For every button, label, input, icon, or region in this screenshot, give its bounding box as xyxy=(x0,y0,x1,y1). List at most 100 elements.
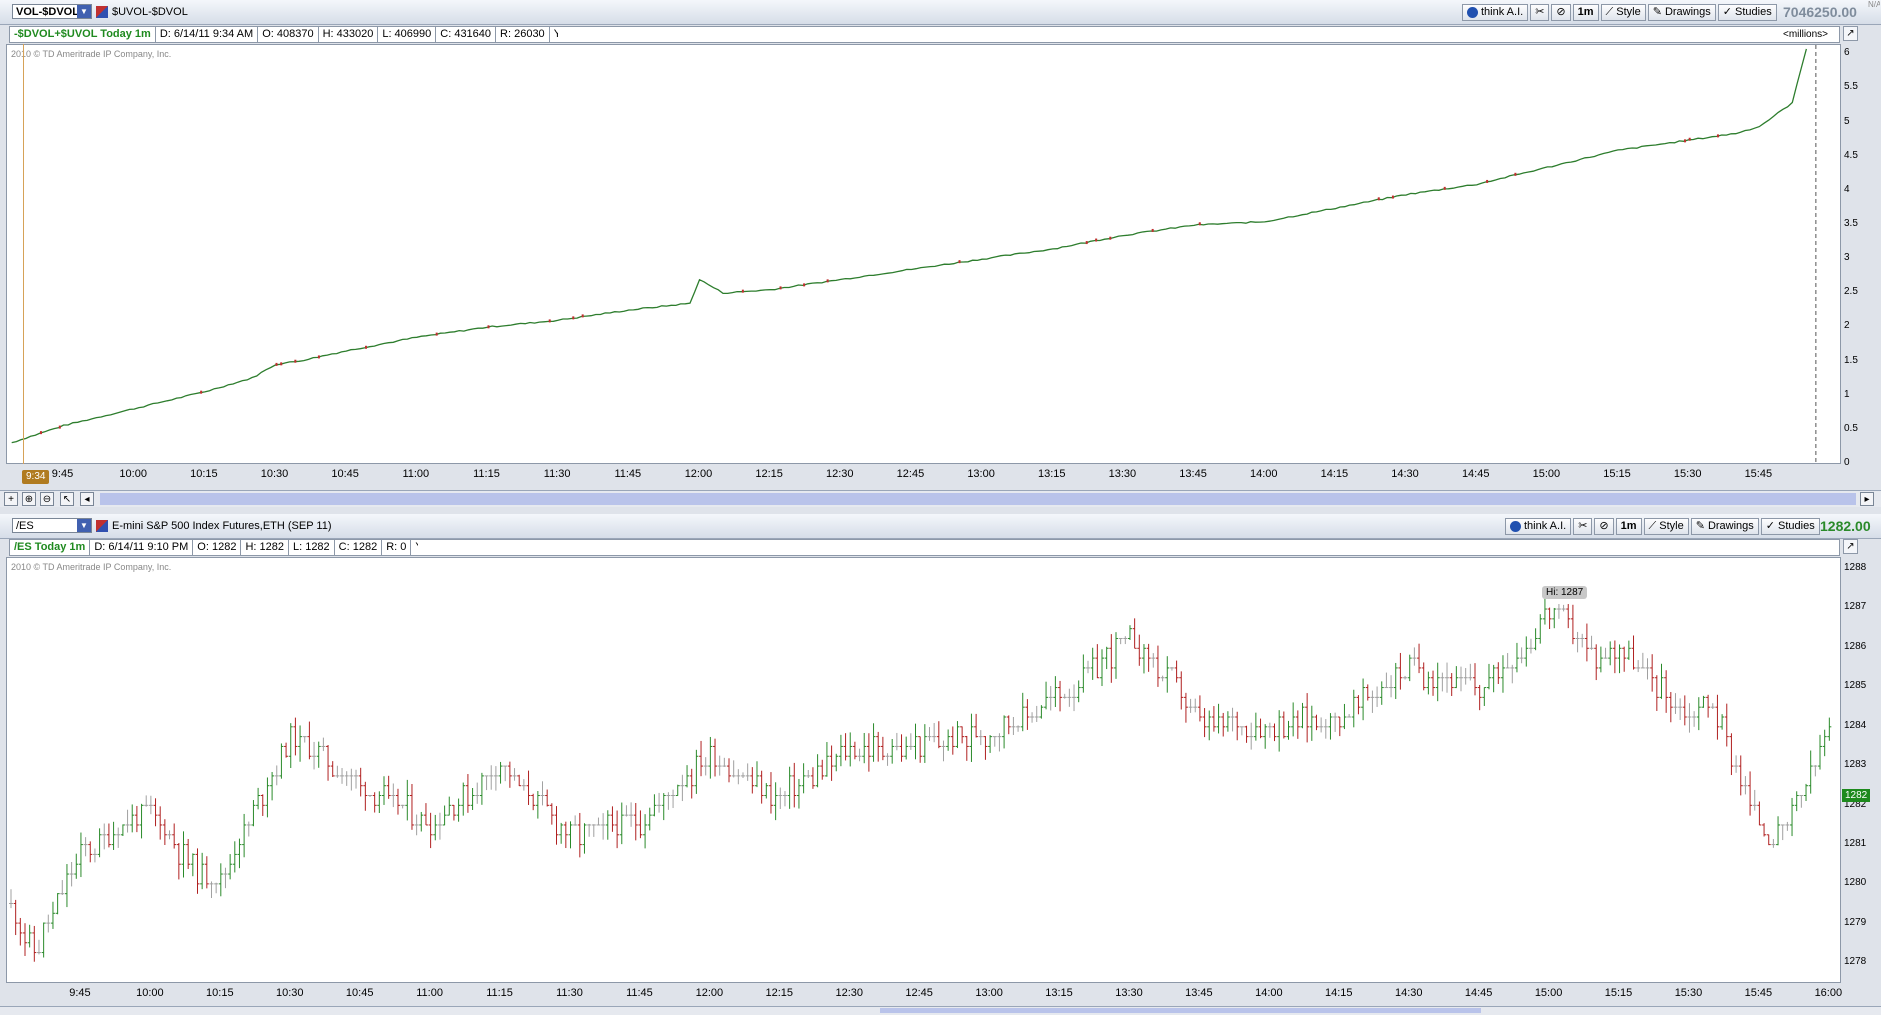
ohlc-bar xyxy=(1468,663,1473,681)
top-scroll-thumb[interactable] xyxy=(100,493,1856,505)
top-last-price: 7046250.00 xyxy=(1783,4,1857,20)
top-symbol-link-icon[interactable] xyxy=(96,6,108,18)
ohlc-bar xyxy=(32,925,37,962)
wrench-icon: ✂ xyxy=(1578,519,1588,532)
top-style-button[interactable]: ⟋ Style xyxy=(1600,3,1646,21)
ohlc-bar xyxy=(1277,710,1282,752)
think-ai-icon xyxy=(1510,520,1521,532)
bottom-pin-button[interactable]: ⊘ xyxy=(1594,517,1614,535)
top-bar-tick xyxy=(741,289,744,293)
x-tick-label: 14:15 xyxy=(1320,468,1349,480)
ohlc-bar xyxy=(242,813,247,858)
ohlc-bar xyxy=(1459,666,1464,692)
x-tick-label: 10:30 xyxy=(275,987,304,999)
top-pointer-tool-icon[interactable]: ↖ xyxy=(60,492,74,506)
bottom-symbol-dropdown-icon[interactable]: ▼ xyxy=(77,519,91,532)
top-pin-button[interactable]: ⊘ xyxy=(1551,3,1571,21)
bottom-symbol-link-icon[interactable] xyxy=(96,520,108,532)
bottom-drawings-button[interactable]: ✎ Drawings xyxy=(1690,517,1759,535)
top-scroll-left-icon[interactable]: ◂ xyxy=(80,492,94,506)
ohlc-bar xyxy=(764,783,769,799)
ohlc-bar xyxy=(279,743,284,779)
ohlc-bar xyxy=(876,731,881,762)
ohlc-bar xyxy=(1715,694,1720,740)
top-drawings-button[interactable]: ✎ Drawings xyxy=(1647,3,1716,21)
bottom-wrench-button[interactable]: ✂ xyxy=(1573,517,1593,535)
top-zoom-out-icon[interactable]: ⊖ xyxy=(40,492,54,506)
style-icon: ⟋ xyxy=(1648,519,1657,532)
top-crosshair-tool-icon[interactable]: + xyxy=(4,492,18,506)
top-study-name[interactable]: -$DVOL+$UVOL Today 1m xyxy=(10,27,156,42)
ohlc-bar xyxy=(1510,664,1515,684)
x-tick-label: 11:45 xyxy=(614,468,642,480)
ohlc-bar xyxy=(768,772,773,814)
top-zoom-in-icon[interactable]: ⊕ xyxy=(22,492,36,506)
ohlc-bar xyxy=(806,770,811,779)
ohlc-bar xyxy=(1174,660,1179,683)
top-bar-tick xyxy=(1688,137,1691,141)
x-tick-label: 10:00 xyxy=(119,468,147,480)
x-tick-label: 15:45 xyxy=(1744,987,1773,999)
ohlc-bar xyxy=(1533,628,1538,651)
ohlc-bar xyxy=(209,881,214,899)
bottom-study-name[interactable]: /ES Today 1m xyxy=(10,540,91,555)
top-think-ai-button[interactable]: think A.I. xyxy=(1462,3,1529,21)
bottom-symbol-input[interactable]: /ES ▼ xyxy=(12,518,92,533)
ohlc-bar xyxy=(624,805,629,817)
bottom-interval-button[interactable]: 1m xyxy=(1615,517,1642,535)
ohlc-bar xyxy=(1640,652,1645,669)
top-expand-button[interactable]: ↗ xyxy=(1843,26,1858,41)
ohlc-bar xyxy=(237,838,242,869)
ohlc-bar xyxy=(722,757,727,767)
ohlc-bar xyxy=(727,758,732,783)
top-symbol-input[interactable]: VOL-$DVOL ▼ xyxy=(12,4,92,19)
ohlc-bar xyxy=(475,782,480,804)
top-cursor-time-badge: 9:34 xyxy=(22,470,50,484)
bottom-think-ai-button[interactable]: think A.I. xyxy=(1505,517,1572,535)
bottom-studies-button[interactable]: ✓ Studies xyxy=(1760,517,1820,535)
bottom-style-button[interactable]: ⟋ Style xyxy=(1643,517,1689,535)
ohlc-bar xyxy=(559,822,564,844)
top-bar-tick xyxy=(294,359,297,363)
ohlc-bar xyxy=(447,796,452,816)
ohlc-bar xyxy=(852,741,857,760)
ohlc-bar xyxy=(740,772,745,779)
bottom-expand-button[interactable]: ↗ xyxy=(1843,539,1858,554)
ohlc-bar xyxy=(545,789,550,807)
ohlc-bar xyxy=(1328,713,1333,740)
top-wrench-button[interactable]: ✂ xyxy=(1530,3,1550,21)
top-bar-tick xyxy=(1377,197,1380,201)
ohlc-bar xyxy=(661,793,666,821)
ohlc-bar xyxy=(1020,692,1025,732)
top-scrollbar[interactable]: + ⊕ ⊖ ↖ ◂ ▸ xyxy=(0,490,1881,507)
pencil-icon: ✎ xyxy=(1695,519,1705,532)
ohlc-bar xyxy=(507,761,512,788)
top-symbol-dropdown-icon[interactable]: ▼ xyxy=(77,5,91,18)
y-tick-label: 1288 xyxy=(1844,561,1867,573)
ohlc-bar xyxy=(1356,695,1361,715)
ohlc-bar xyxy=(1072,684,1077,712)
ohlc-bar xyxy=(1486,663,1491,690)
top-plot-area[interactable]: 2010 © TD Ameritrade IP Company, Inc. xyxy=(6,44,1841,464)
ohlc-bar xyxy=(1496,662,1501,685)
top-interval-button[interactable]: 1m xyxy=(1572,3,1599,21)
top-bar-tick xyxy=(39,431,42,435)
bottom-info-open: O: 1282 xyxy=(193,540,242,555)
bottom-plot-area[interactable]: 2010 © TD Ameritrade IP Company, Inc. xyxy=(6,557,1841,983)
ohlc-bar xyxy=(1179,671,1184,710)
ohlc-bar xyxy=(1197,695,1202,722)
ohlc-bar xyxy=(167,830,172,840)
ohlc-bar xyxy=(652,794,657,817)
ohlc-bar xyxy=(657,792,662,813)
ohlc-bar xyxy=(941,740,946,762)
top-bar-tick xyxy=(317,355,320,359)
ohlc-bar xyxy=(1216,703,1221,734)
bottom-scroll-thumb[interactable] xyxy=(880,1008,1481,1013)
ohlc-bar xyxy=(1417,643,1422,674)
x-tick-label: 15:15 xyxy=(1604,987,1633,999)
top-scroll-right-icon[interactable]: ▸ xyxy=(1860,492,1874,506)
x-tick-label: 10:15 xyxy=(206,987,234,999)
top-studies-button[interactable]: ✓ Studies xyxy=(1717,3,1777,21)
ohlc-bar xyxy=(1799,795,1804,808)
ohlc-bar xyxy=(1113,632,1118,679)
